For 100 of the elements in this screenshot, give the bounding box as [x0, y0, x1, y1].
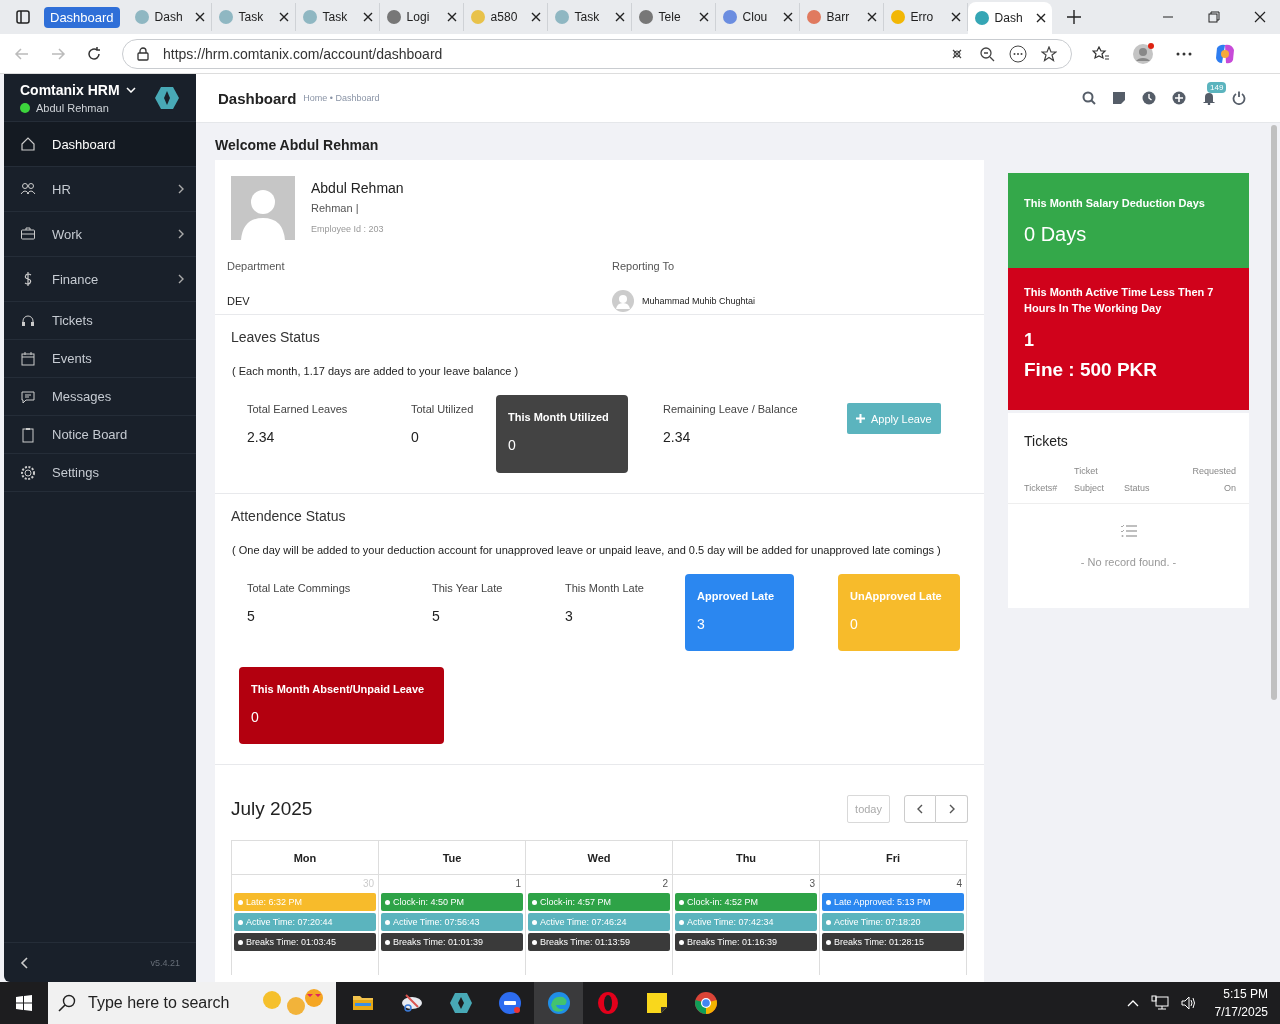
sticky-note-icon[interactable] [644, 991, 669, 1015]
note-icon[interactable] [1112, 91, 1126, 105]
browser-tab[interactable]: Dash [967, 2, 1052, 34]
browser-tab[interactable]: Task [547, 3, 632, 31]
nav-item[interactable]: Settings [4, 454, 196, 492]
taskbar-time[interactable]: 5:15 PM [1223, 985, 1268, 1003]
browser-tab[interactable]: a580 [463, 3, 548, 31]
emoji-drawing [262, 988, 326, 1018]
favicon-icon [721, 9, 738, 25]
field-value: DEV [227, 295, 250, 307]
new-tab-icon[interactable] [1065, 9, 1082, 25]
tab-actions-icon[interactable] [16, 10, 30, 24]
restore-icon[interactable] [1208, 11, 1220, 23]
copilot-icon[interactable] [1214, 42, 1236, 65]
bell-icon[interactable] [1202, 91, 1216, 105]
browser-tab[interactable]: Clou [715, 3, 800, 31]
profile-icon[interactable] [1132, 42, 1154, 65]
refresh-icon[interactable] [86, 45, 102, 62]
nav-item[interactable]: Finance [4, 257, 196, 302]
close-icon[interactable] [950, 12, 961, 22]
user-name: Abdul Rehman [36, 101, 109, 114]
favorites-icon[interactable] [1092, 45, 1110, 62]
stat-label: Total Utilized [411, 403, 475, 415]
star-icon[interactable] [1041, 45, 1057, 62]
day-number: 1 [514, 877, 522, 891]
stat-value: 5 [432, 608, 441, 624]
tab-group-label[interactable]: Dashboard [44, 6, 120, 28]
power-icon[interactable] [1232, 91, 1246, 105]
close-icon[interactable] [1035, 13, 1046, 23]
column-header: Wed [526, 841, 673, 875]
zoom-out-icon[interactable] [979, 45, 995, 62]
close-icon[interactable] [698, 12, 709, 22]
close-icon[interactable] [866, 12, 877, 22]
manager-name: Muhammad Muhib Chughtai [642, 296, 756, 306]
browser-tab[interactable]: Logi [379, 3, 464, 31]
browser-tab[interactable]: Dash [127, 3, 212, 31]
close-icon[interactable] [194, 12, 205, 22]
brand-menu[interactable]: Comtanix HRM [20, 81, 136, 98]
card-title: This Month Active Time Less Then 7 Hours In The Working Day [1024, 285, 1215, 316]
browser-tab[interactable]: Tele [631, 3, 716, 31]
search-icon[interactable] [1082, 91, 1096, 105]
close-icon[interactable] [446, 12, 457, 22]
employee-id: Employee Id : 203 [311, 224, 385, 234]
card-title: This Month Salary Deduction Days [1024, 196, 1206, 211]
avatar [612, 290, 634, 312]
close-icon[interactable] [614, 12, 625, 22]
calendar-event[interactable]: Breaks Time: 01:28:15 [822, 933, 964, 951]
nav-item[interactable]: Events [4, 340, 196, 378]
nav-item[interactable]: Dashboard [4, 122, 196, 167]
stat-label: Total Earned Leaves [247, 403, 349, 415]
browser-tab[interactable]: Task [211, 3, 296, 31]
nav-item[interactable]: Tickets [4, 302, 196, 340]
nav-item[interactable]: Notice Board [4, 416, 196, 454]
browser-tab[interactable]: Erro [883, 3, 968, 31]
favicon-icon [889, 9, 906, 25]
chevron-up-icon[interactable] [1126, 999, 1139, 1007]
browser-tab[interactable]: Task [295, 3, 380, 31]
nav-item[interactable]: Messages [4, 378, 196, 416]
close-icon[interactable] [782, 12, 793, 22]
calendar-event[interactable]: Breaks Time: 01:01:39 [381, 933, 523, 951]
field-label: Department [227, 260, 286, 272]
opera-icon[interactable] [595, 991, 620, 1015]
day-number: 2 [661, 877, 669, 891]
taskbar-date[interactable]: 7/17/2025 [1214, 1003, 1268, 1021]
card-value: 0 Days [1024, 223, 1088, 246]
column-header: Requested On [1191, 465, 1236, 495]
add-icon[interactable] [1172, 91, 1186, 105]
browser-tab[interactable]: Barr [799, 3, 884, 31]
calendar-title: July 2025 [231, 798, 314, 820]
nav-item[interactable]: Work [4, 212, 196, 257]
nav-item[interactable]: HR [4, 167, 196, 212]
stat-value: 3 [697, 616, 706, 632]
column-header: Ticket Subject [1074, 465, 1106, 495]
close-icon[interactable] [1254, 11, 1266, 23]
chevron-right-icon [178, 274, 184, 284]
hexagon-icon[interactable] [448, 991, 473, 1015]
favicon-icon [133, 9, 150, 25]
chrome-icon[interactable] [693, 991, 718, 1015]
browser-icon[interactable] [546, 991, 571, 1015]
calendar-event[interactable]: Late Approved: 5:13 PM [822, 893, 964, 911]
column-header: Status [1124, 482, 1151, 495]
calendar-event[interactable]: Breaks Time: 01:13:59 [528, 933, 670, 951]
plus-icon [856, 414, 865, 423]
clock-icon[interactable] [1142, 91, 1156, 105]
calendar-event[interactable]: Breaks Time: 01:03:45 [234, 933, 376, 951]
volume-icon[interactable] [1180, 996, 1197, 1010]
windows-start-icon[interactable] [16, 995, 32, 1011]
close-icon[interactable] [530, 12, 541, 22]
calendar-event[interactable]: Breaks Time: 01:16:39 [675, 933, 817, 951]
more-icon[interactable] [1009, 44, 1027, 63]
taskbar-search-field[interactable]: Type here to search [48, 982, 336, 1024]
collapse-icon[interactable] [20, 956, 28, 969]
stat-value: 0 [251, 709, 260, 725]
scrollbar-thumb[interactable] [1271, 125, 1277, 700]
menu-icon[interactable] [1176, 51, 1192, 56]
network-icon[interactable] [1150, 995, 1169, 1011]
close-icon[interactable] [362, 12, 373, 22]
close-icon[interactable] [278, 12, 289, 22]
stat-label: This Month Absent/Unpaid Leave [251, 683, 426, 695]
column-header: Tickets# [1024, 482, 1059, 495]
